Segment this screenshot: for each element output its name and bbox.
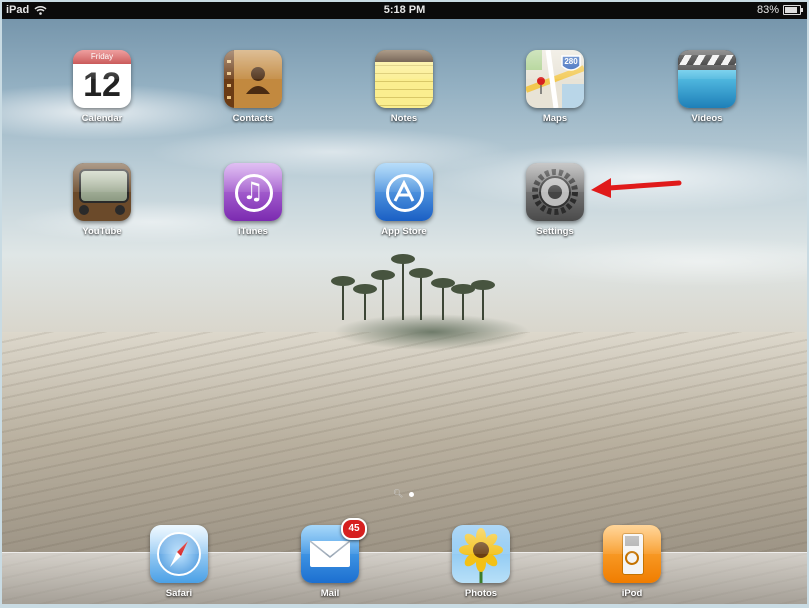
page-dot[interactable] <box>409 491 415 497</box>
app-label: App Store <box>381 226 427 237</box>
app-youtube[interactable]: YouTube <box>52 163 152 237</box>
ipod-icon <box>603 525 661 583</box>
app-label: Settings <box>536 226 574 237</box>
app-maps[interactable]: 280 Maps <box>505 50 605 124</box>
app-label: Calendar <box>81 113 123 124</box>
app-label: YouTube <box>82 226 122 237</box>
calendar-icon: Friday 12 <box>73 50 131 108</box>
maps-icon: 280 <box>526 50 584 108</box>
app-label: Mail <box>320 588 340 599</box>
clock: 5:18 PM <box>383 4 426 16</box>
battery-percent: 83% <box>756 4 779 16</box>
app-itunes[interactable]: ♫ iTunes <box>203 163 303 237</box>
app-label: iTunes <box>238 226 268 237</box>
dock <box>2 552 807 604</box>
red-arrow-icon <box>591 178 682 198</box>
mail-badge: 45 <box>341 518 367 540</box>
app-app-store[interactable]: App Store <box>354 163 454 237</box>
app-label: Photos <box>464 588 498 599</box>
page-indicator[interactable]: 🔍︎ <box>393 490 415 498</box>
app-calendar[interactable]: Friday 12 Calendar <box>52 50 152 124</box>
photos-icon <box>452 525 510 583</box>
videos-icon <box>678 50 736 108</box>
app-label: Notes <box>390 113 418 124</box>
ipad-home-screen: iPad 5:18 PM 83% Friday 12 Calendar Cont… <box>2 2 807 604</box>
dock-photos[interactable]: Photos <box>431 525 531 599</box>
calendar-weekday: Friday <box>73 50 131 64</box>
dock-safari[interactable]: Safari <box>129 525 229 599</box>
app-label: Videos <box>691 113 723 124</box>
search-page-icon[interactable]: 🔍︎ <box>393 490 403 498</box>
app-store-icon <box>375 163 433 221</box>
itunes-icon: ♫ <box>224 163 282 221</box>
dock-ipod[interactable]: iPod <box>582 525 682 599</box>
app-label: Contacts <box>232 113 274 124</box>
youtube-icon <box>73 163 131 221</box>
safari-icon <box>150 525 208 583</box>
palm-island <box>302 254 562 350</box>
contacts-icon <box>224 50 282 108</box>
settings-icon <box>526 163 584 221</box>
app-label: iPod <box>621 588 643 599</box>
app-contacts[interactable]: Contacts <box>203 50 303 124</box>
app-label: Safari <box>165 588 193 599</box>
interstate-shield: 280 <box>564 57 578 66</box>
calendar-day: 12 <box>83 66 121 104</box>
app-videos[interactable]: Videos <box>657 50 757 124</box>
app-label: Maps <box>542 113 568 124</box>
dock-mail[interactable]: 45 Mail <box>280 518 380 599</box>
app-notes[interactable]: Notes <box>354 50 454 124</box>
notes-icon <box>375 50 433 108</box>
status-bar: iPad 5:18 PM 83% <box>2 2 807 19</box>
battery-icon <box>783 5 803 15</box>
